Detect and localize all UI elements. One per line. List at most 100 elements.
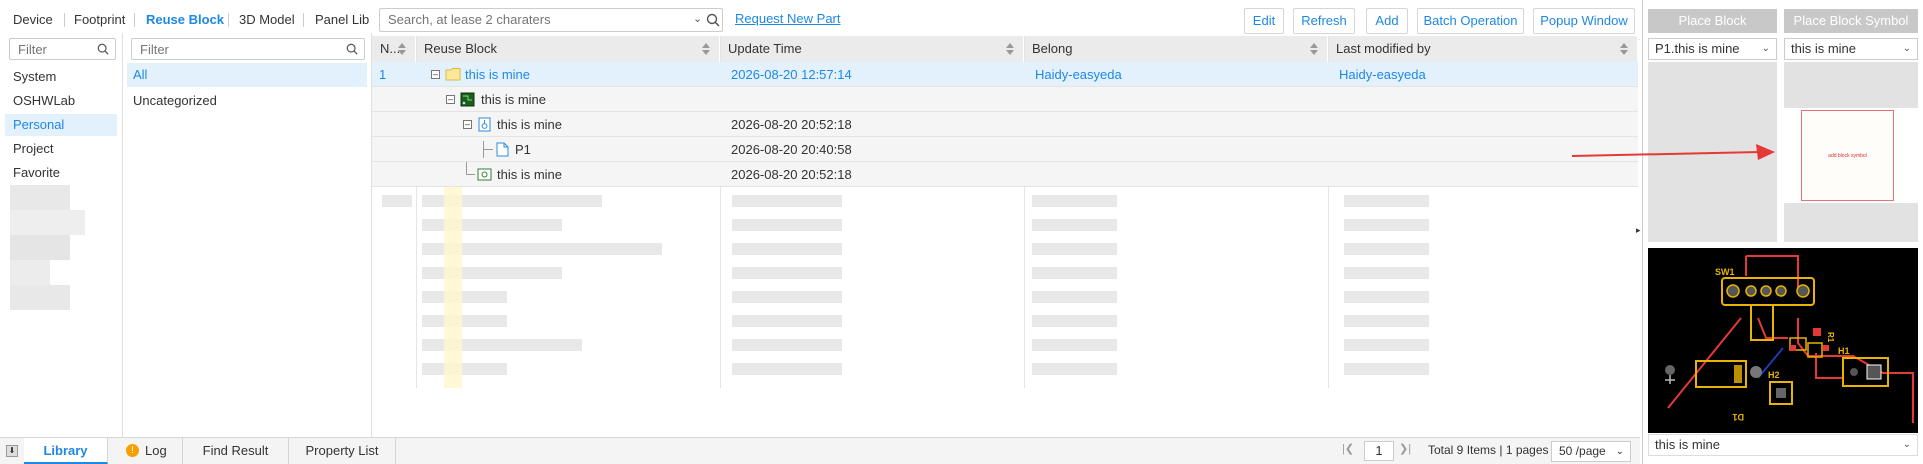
first-page-icon[interactable]: |❮ [1342, 442, 1354, 455]
redacted-block [10, 185, 70, 210]
collapse-icon[interactable]: – [463, 120, 472, 129]
source-filter[interactable] [9, 38, 116, 60]
tab-property-list[interactable]: Property List [289, 438, 396, 464]
column-header-no[interactable]: N... [372, 36, 416, 62]
column-header-update-time[interactable]: Update Time [720, 36, 1024, 62]
pagination-total: Total 9 Items | 1 pages [1428, 443, 1549, 457]
place-block-symbol-button[interactable]: Place Block Symbol [1784, 9, 1918, 33]
source-item-oshwlab[interactable]: OSHWLab [5, 90, 117, 112]
category-filter-input[interactable] [140, 42, 326, 57]
tab-panel-lib[interactable]: Panel Lib [315, 12, 369, 27]
sort-icon[interactable] [1619, 42, 1629, 56]
tab-footprint[interactable]: Footprint [74, 12, 125, 27]
redacted-block [1032, 339, 1117, 351]
redacted-block [422, 315, 507, 327]
sort-icon[interactable] [701, 42, 711, 56]
warning-icon: ! [126, 444, 139, 457]
table-row[interactable]: – this is mine [372, 87, 1638, 112]
chevron-down-icon: ⌄ [1902, 43, 1911, 54]
block-select[interactable]: P1.this is mine ⌄ [1648, 38, 1777, 60]
cell-no: 1 [379, 67, 387, 82]
source-filter-input[interactable] [18, 42, 102, 57]
cell-reuse-block[interactable]: this is mine [481, 87, 546, 112]
table-row[interactable]: 1 – this is mine 2026-08-20 12:57:14 Hai… [372, 62, 1638, 87]
redacted-block [732, 243, 842, 255]
tab-reuse-block[interactable]: Reuse Block [146, 12, 224, 27]
redacted-block [1032, 363, 1117, 375]
pcb-label-d1: D1 [1732, 412, 1744, 422]
redacted-block [732, 267, 842, 279]
symbol-icon [477, 168, 492, 181]
cell-update-time: 2026-08-20 20:52:18 [731, 167, 852, 182]
add-button[interactable]: Add [1366, 8, 1408, 34]
source-item-system[interactable]: System [5, 66, 117, 88]
chevron-down-icon[interactable]: ⌄ [693, 12, 702, 25]
chevron-down-icon: ⌄ [1615, 446, 1624, 457]
tab-find-result[interactable]: Find Result [183, 438, 289, 464]
cell-reuse-block[interactable]: this is mine [465, 62, 530, 87]
redacted-block [422, 267, 562, 279]
symbol-canvas: add block symbol [1784, 108, 1918, 203]
category-all[interactable]: All [127, 63, 367, 87]
table-row[interactable]: – this is mine 2026-08-20 20:52:18 [372, 112, 1638, 137]
collapse-icon[interactable]: – [431, 70, 440, 79]
source-item-project[interactable]: Project [5, 138, 117, 160]
batch-operation-button[interactable]: Batch Operation [1417, 8, 1524, 34]
redacted-block [1344, 219, 1429, 231]
sort-icon[interactable] [1005, 42, 1015, 56]
refresh-button[interactable]: Refresh [1293, 8, 1355, 34]
category-uncategorized[interactable]: Uncategorized [127, 89, 367, 113]
search-input[interactable] [388, 12, 688, 27]
tab-library[interactable]: Library [24, 438, 108, 464]
collapse-panel-icon[interactable]: ▸ [1636, 225, 1641, 236]
edit-button[interactable]: Edit [1244, 8, 1284, 34]
place-block-button[interactable]: Place Block [1648, 9, 1777, 33]
collapse-icon[interactable]: – [446, 95, 455, 104]
redacted-block [422, 291, 507, 303]
tree-line [483, 149, 493, 150]
redacted-block [1344, 195, 1429, 207]
redacted-block [10, 210, 85, 235]
search-box[interactable]: ⌄ [379, 8, 723, 32]
annotation-arrow-icon [1571, 144, 1775, 160]
request-new-part-link[interactable]: Request New Part [735, 11, 841, 26]
last-page-icon[interactable]: ❯| [1399, 442, 1411, 455]
tab-log[interactable]: ! Log [108, 438, 183, 464]
tab-device[interactable]: Device [13, 12, 53, 27]
search-icon[interactable] [706, 13, 720, 27]
redacted-block [1032, 219, 1117, 231]
pcb-label-sw1: SW1 [1715, 267, 1735, 277]
cell-reuse-block[interactable]: P1 [515, 137, 531, 162]
column-header-reuse-block[interactable]: Reuse Block [416, 36, 720, 62]
column-header-last-modified-by[interactable]: Last modified by [1328, 36, 1638, 62]
redacted-block [732, 315, 842, 327]
redacted-block [732, 363, 842, 375]
tab-separator [228, 13, 229, 27]
source-item-personal[interactable]: Personal [5, 114, 117, 136]
page-number-input[interactable]: 1 [1364, 441, 1394, 461]
category-filter[interactable] [131, 38, 365, 60]
preview-select[interactable]: this is mine ⌄ [1648, 434, 1918, 456]
tab-separator [303, 13, 304, 27]
cell-belong: Haidy-easyeda [1035, 67, 1122, 82]
redacted-block [732, 195, 842, 207]
table-row[interactable]: this is mine 2026-08-20 20:52:18 [372, 162, 1638, 187]
cell-reuse-block[interactable]: this is mine [497, 112, 562, 137]
source-item-favorite[interactable]: Favorite [5, 162, 117, 184]
per-page-select[interactable]: 50 /page ⌄ [1551, 441, 1631, 462]
cell-update-time: 2026-08-20 12:57:14 [731, 67, 852, 82]
tab-3d-model[interactable]: 3D Model [239, 12, 295, 27]
column-header-belong[interactable]: Belong [1024, 36, 1328, 62]
redacted-block [732, 219, 842, 231]
redacted-block [1344, 267, 1429, 279]
bottom-tab-bar: ⬇ Library ! Log Find Result Property Lis… [0, 437, 1640, 464]
symbol-select[interactable]: this is mine ⌄ [1784, 38, 1918, 60]
table-row[interactable]: P1 2026-08-20 20:40:58 [372, 137, 1638, 162]
tab-separator [134, 13, 135, 27]
cell-reuse-block[interactable]: this is mine [497, 162, 562, 187]
popup-window-button[interactable]: Popup Window [1533, 8, 1635, 34]
pcb-label-h1: H1 [1838, 346, 1850, 356]
sort-icon[interactable] [1309, 42, 1319, 56]
sort-icon[interactable] [397, 42, 407, 56]
panel-toggle-icon[interactable]: ⬇ [6, 445, 18, 457]
